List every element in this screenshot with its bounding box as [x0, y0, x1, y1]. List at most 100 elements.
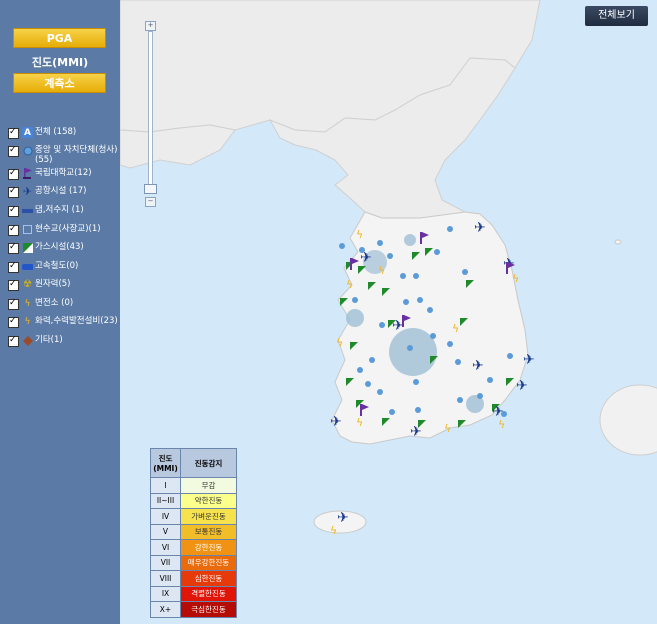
legend-mmi-value: I [150, 477, 181, 494]
zoom-in-button[interactable]: + [145, 21, 156, 31]
svg-text:✈: ✈ [472, 358, 484, 374]
airplane-icon: ✈ [22, 184, 33, 198]
layer-checkbox[interactable] [8, 335, 19, 347]
legend-header-intensity: 진도 (MMI) [150, 448, 181, 478]
legend-feel-label: 무감 [180, 477, 237, 494]
zoom-track[interactable] [148, 31, 153, 193]
layer-bridge[interactable]: 현수교(사장교)(1) [8, 224, 101, 240]
layer-checkbox[interactable] [8, 224, 19, 236]
zoom-out-button[interactable]: − [145, 197, 156, 207]
university-icon [22, 168, 33, 179]
layer-label: 공항시설 (17) [35, 186, 87, 196]
railway-icon [22, 261, 33, 272]
layer-airport[interactable]: ✈ 공항시설 (17) [8, 186, 86, 202]
layer-government[interactable]: 중앙 및 자치단체(청사) (55) [8, 145, 120, 165]
layer-checkbox[interactable] [8, 298, 19, 310]
mmi-shade [404, 234, 416, 246]
layer-checkbox[interactable] [8, 205, 19, 217]
layer-checkbox[interactable] [8, 186, 19, 198]
legend-mmi-value: IV [150, 508, 181, 525]
svg-text:✈: ✈ [516, 378, 528, 394]
layer-nuclear[interactable]: ☢ 원자력(5) [8, 279, 71, 295]
legend-mmi-value: IX [150, 585, 181, 602]
all-icon: A [22, 127, 33, 138]
layer-label: 현수교(사장교)(1) [35, 224, 101, 234]
legend-row: IV 가벼운진동 [150, 508, 237, 525]
svg-text:ϟ: ϟ [346, 278, 353, 291]
mmi-button[interactable]: 진도(MMI) [0, 54, 120, 70]
legend-row: IX 격렬한진동 [150, 585, 237, 602]
svg-text:✈: ✈ [410, 424, 422, 440]
svg-text:ϟ: ϟ [444, 422, 451, 435]
legend-row: VI 강한진동 [150, 539, 237, 556]
legend-row: I 무감 [150, 477, 237, 494]
zoom-handle[interactable] [144, 184, 157, 194]
layer-checkbox[interactable] [8, 145, 19, 157]
nuclear-icon: ☢ [23, 278, 32, 290]
svg-text:✈: ✈ [474, 220, 486, 236]
power-plant-icon: ϟ [24, 316, 31, 327]
svg-text:✈: ✈ [330, 414, 342, 430]
layer-checkbox[interactable] [8, 261, 19, 273]
layer-university[interactable]: 국립대학교(12) [8, 168, 92, 184]
layer-label: 고속철도(0) [35, 261, 79, 271]
svg-text:ϟ: ϟ [452, 322, 459, 335]
legend-feel-label: 격렬한진동 [180, 585, 237, 602]
layer-label: 원자력(5) [35, 279, 71, 289]
zoom-slider[interactable]: + − [144, 21, 157, 207]
legend-feel-label: 가벼운진동 [180, 508, 237, 525]
svg-text:ϟ: ϟ [512, 272, 519, 285]
government-icon [22, 145, 33, 156]
legend-feel-label: 강한진동 [180, 539, 237, 556]
layer-checkbox[interactable] [8, 127, 19, 139]
legend-mmi-value: VI [150, 539, 181, 556]
svg-text:ϟ: ϟ [498, 418, 505, 431]
legend-row: VIII 심한진동 [150, 570, 237, 587]
dam-icon [22, 205, 33, 216]
layer-all[interactable]: A 전체 (158) [8, 127, 76, 143]
legend-mmi-value: VII [150, 554, 181, 571]
legend-row: II~III 약한진동 [150, 492, 237, 509]
legend-feel-label: 약한진동 [180, 492, 237, 509]
layer-checkbox[interactable] [8, 242, 19, 254]
svg-text:ϟ: ϟ [356, 228, 363, 241]
layer-checkbox[interactable] [8, 316, 19, 328]
layer-checkbox[interactable] [8, 279, 19, 291]
mmi-legend: 진도 (MMI) 진동감지 I 무감 II~III 약한진동 IV 가벼운진동 V 보통진동 V… [150, 448, 237, 618]
svg-text:✈: ✈ [360, 250, 372, 266]
full-view-button[interactable]: 전체보기 [585, 6, 648, 26]
station-button[interactable]: 계측소 [13, 73, 106, 93]
layer-label: 변전소 (0) [35, 298, 74, 308]
layer-label: 댐,저수지 (1) [35, 205, 84, 215]
legend-row: V 보통진동 [150, 523, 237, 540]
legend-mmi-value: X+ [150, 601, 181, 618]
layer-other[interactable]: 기타(1) [8, 335, 63, 351]
layer-label: 기타(1) [35, 335, 63, 345]
bridge-icon [22, 224, 33, 235]
legend-mmi-value: VIII [150, 570, 181, 587]
svg-text:✈: ✈ [337, 510, 349, 526]
svg-text:ϟ: ϟ [330, 524, 337, 537]
layer-label: 국립대학교(12) [35, 168, 92, 178]
legend-feel-label: 보통진동 [180, 523, 237, 540]
layer-power-plant[interactable]: ϟ 화력,수력발전설비(23) [8, 316, 118, 332]
svg-text:ϟ: ϟ [336, 336, 343, 349]
layer-railway[interactable]: 고속철도(0) [8, 261, 78, 277]
layer-checkbox[interactable] [8, 168, 19, 180]
legend-header-feel: 진동감지 [180, 448, 237, 478]
ulleung-island [614, 239, 622, 245]
pga-button[interactable]: PGA [13, 28, 106, 48]
svg-text:✈: ✈ [392, 318, 404, 334]
layer-substation[interactable]: ϟ 변전소 (0) [8, 298, 73, 314]
substation-icon: ϟ [24, 298, 31, 309]
mmi-shade [346, 309, 364, 327]
legend-row: VII 매우강한진동 [150, 554, 237, 571]
mmi-shade [389, 328, 437, 376]
svg-text:ϟ: ϟ [356, 416, 363, 429]
layer-dam[interactable]: 댐,저수지 (1) [8, 205, 84, 221]
layer-label: 전체 (158) [35, 127, 77, 137]
legend-mmi-value: V [150, 523, 181, 540]
layer-label: 중앙 및 자치단체(청사) (55) [35, 145, 118, 165]
other-icon [22, 335, 33, 346]
layer-gas[interactable]: 가스시설(43) [8, 242, 84, 258]
